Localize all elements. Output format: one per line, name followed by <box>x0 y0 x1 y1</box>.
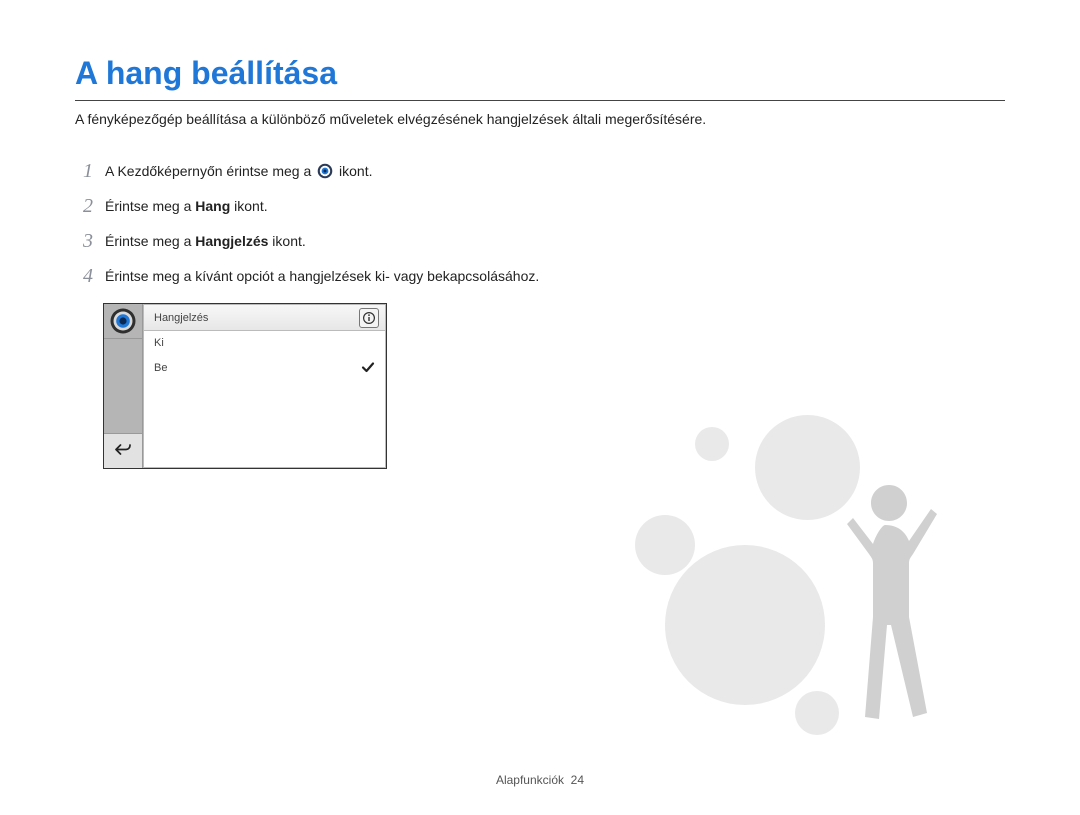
device-back-cell <box>104 433 142 468</box>
step-text-after: ikont. <box>230 198 267 214</box>
device-menu-title: Hangjelzés <box>154 312 208 324</box>
page-footer: Alapfunkciók 24 <box>0 773 1080 787</box>
settings-gear-icon <box>109 307 137 335</box>
device-option-label: Be <box>154 362 167 374</box>
step-bold: Hangjelzés <box>195 233 268 249</box>
device-option-ki: Ki <box>144 331 385 356</box>
page-subtitle: A fényképezőgép beállítása a különböző m… <box>75 111 1005 127</box>
title-rule <box>75 100 1005 101</box>
step-text: Érintse meg a <box>105 233 195 249</box>
device-menu-screenshot: Hangjelzés Ki Be <box>103 303 387 469</box>
back-arrow-icon <box>114 442 132 461</box>
step-number: 1 <box>75 161 93 182</box>
step-body: A Kezdőképernyőn érintse meg a ikont. <box>105 161 555 182</box>
step-text-after: ikont. <box>339 163 372 179</box>
child-silhouette-icon <box>827 485 937 745</box>
info-icon <box>359 308 379 328</box>
footer-page-number: 24 <box>571 773 584 787</box>
manual-page: A hang beállítása A fényképezőgép beállí… <box>0 0 1080 815</box>
step-number: 4 <box>75 266 93 287</box>
step-body: Érintse meg a Hang ikont. <box>105 196 555 217</box>
step-text: A Kezdőképernyőn érintse meg a <box>105 163 315 179</box>
page-title: A hang beállítása <box>75 55 1005 92</box>
device-left-strip <box>104 304 143 468</box>
step-body: Érintse meg a kívánt opciót a hangjelzés… <box>105 266 555 287</box>
step-2: 2 Érintse meg a Hang ikont. <box>75 196 555 217</box>
device-menu-header: Hangjelzés <box>144 305 385 331</box>
step-number: 2 <box>75 196 93 217</box>
step-text: Érintse meg a kívánt opciót a hangjelzés… <box>105 268 539 284</box>
step-bold: Hang <box>195 198 230 214</box>
step-3: 3 Érintse meg a Hangjelzés ikont. <box>75 231 555 252</box>
step-body: Érintse meg a Hangjelzés ikont. <box>105 231 555 252</box>
device-option-be: Be <box>144 356 385 381</box>
device-right-panel: Hangjelzés Ki Be <box>143 304 386 468</box>
step-number: 3 <box>75 231 93 252</box>
device-fill <box>144 381 385 467</box>
decorative-illustration <box>625 405 985 745</box>
step-1: 1 A Kezdőképernyőn érintse meg a ikont. <box>75 161 555 182</box>
device-settings-cell <box>104 304 142 339</box>
step-text-after: ikont. <box>268 233 305 249</box>
target-icon <box>317 163 333 179</box>
device-option-label: Ki <box>154 337 164 349</box>
step-4: 4 Érintse meg a kívánt opciót a hangjelz… <box>75 266 555 287</box>
step-text: Érintse meg a <box>105 198 195 214</box>
steps-list: 1 A Kezdőképernyőn érintse meg a ikont. … <box>75 161 555 469</box>
checkmark-icon <box>361 360 375 377</box>
device-left-mid <box>104 339 142 433</box>
footer-section: Alapfunkciók <box>496 773 564 787</box>
